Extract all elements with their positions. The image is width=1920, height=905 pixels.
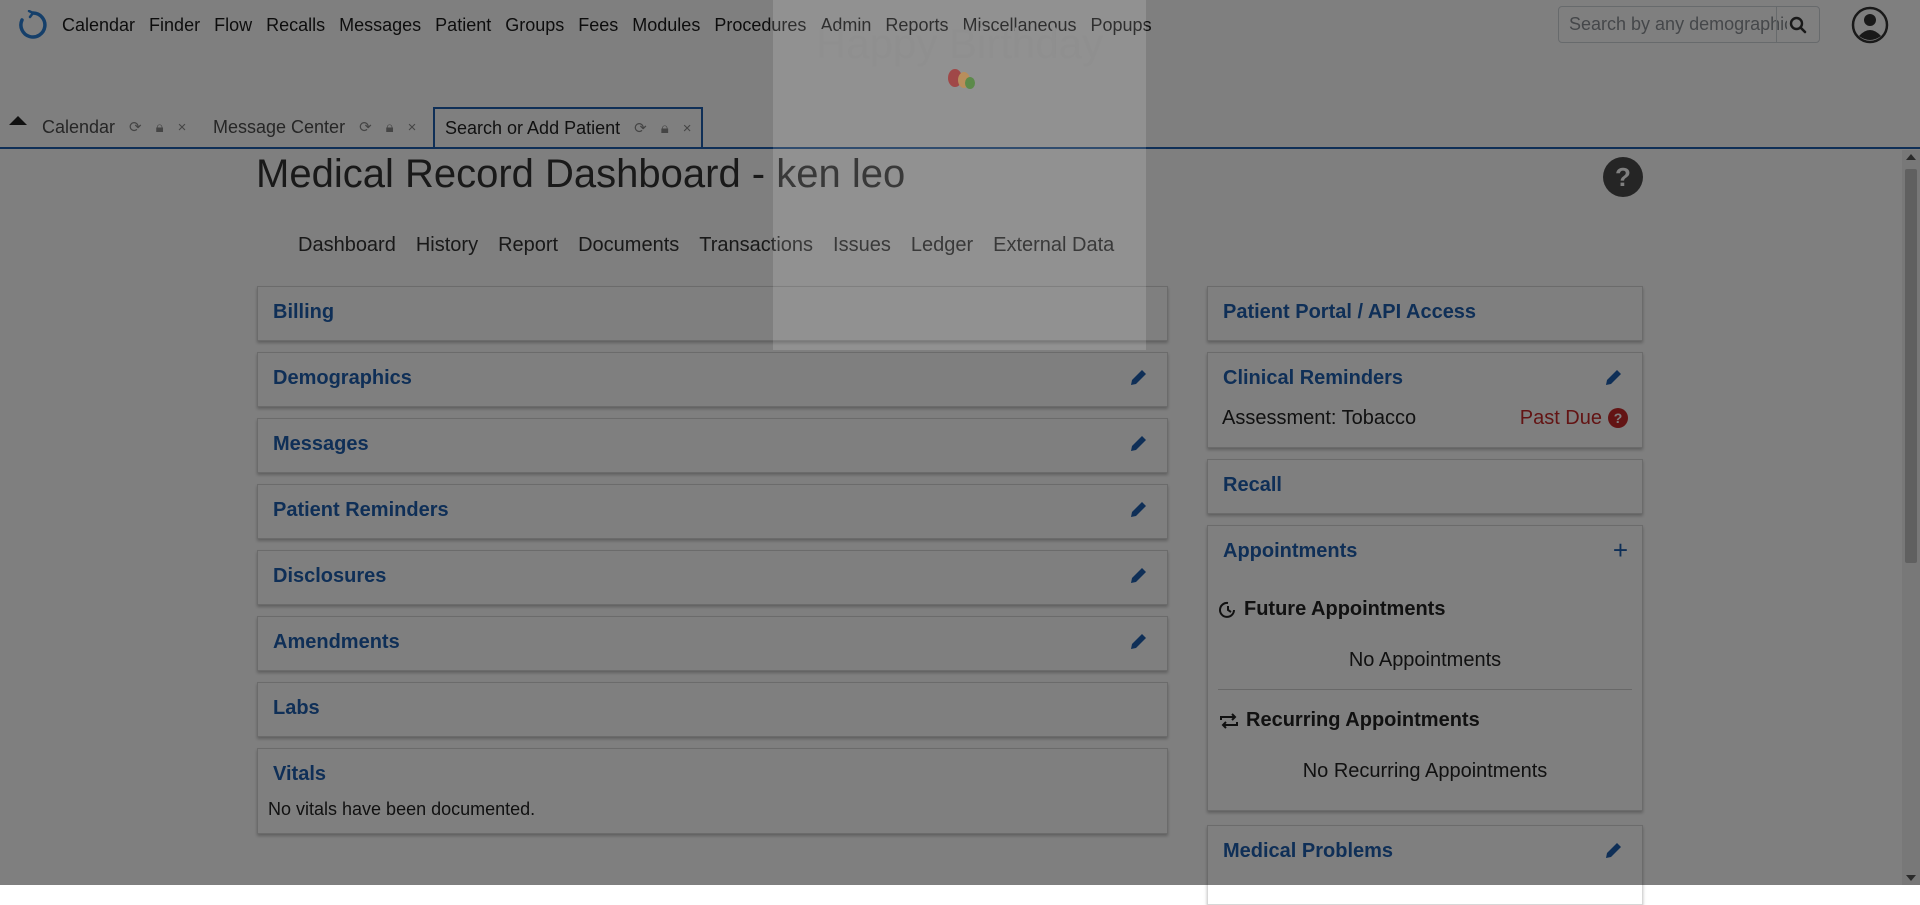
disclosures-title[interactable]: Disclosures <box>273 565 386 588</box>
help-button[interactable]: ? <box>1603 157 1643 197</box>
medical-problems-card: Medical Problems <box>1207 825 1643 905</box>
birthday-popup: Happy Birthday <box>773 0 1146 350</box>
menu-patient[interactable]: Patient <box>435 15 491 36</box>
tab-search-add-patient[interactable]: Search or Add Patient ⟳ 🔒︎ × <box>433 107 704 147</box>
menu-messages[interactable]: Messages <box>339 15 421 36</box>
clinical-reminders-title[interactable]: Clinical Reminders <box>1223 367 1403 390</box>
edit-pencil-icon[interactable] <box>1604 367 1624 387</box>
scroll-down-arrow-icon[interactable] <box>1906 875 1916 881</box>
add-appointment-icon[interactable]: + <box>1613 537 1628 563</box>
vitals-card: Vitals No vitals have been documented. <box>257 748 1168 834</box>
repeat-icon <box>1220 712 1238 729</box>
vitals-title[interactable]: Vitals <box>273 763 326 786</box>
reminder-status[interactable]: Past Due <box>1520 407 1602 430</box>
refresh-icon[interactable]: ⟳ <box>359 118 372 136</box>
edit-pencil-icon[interactable] <box>1129 433 1149 453</box>
patient-reminders-card: Patient Reminders <box>257 484 1168 539</box>
tab-label: Search or Add Patient <box>445 117 621 138</box>
edit-pencil-icon[interactable] <box>1604 840 1624 860</box>
messages-card: Messages <box>257 418 1168 473</box>
recurring-appointments-heading: Recurring Appointments <box>1218 709 1480 732</box>
page-scrollbar[interactable] <box>1902 150 1920 885</box>
messages-title[interactable]: Messages <box>273 433 369 456</box>
menu-finder[interactable]: Finder <box>149 15 200 36</box>
appointments-card: Appointments + Future Appointments No Ap… <box>1207 525 1643 811</box>
lock-icon[interactable]: 🔒︎ <box>661 120 669 137</box>
tab-label: Calendar <box>42 116 116 137</box>
refresh-icon[interactable]: ⟳ <box>129 118 142 136</box>
vitals-empty-text: No vitals have been documented. <box>268 799 536 819</box>
appointments-title[interactable]: Appointments <box>1223 540 1357 563</box>
billing-title[interactable]: Billing <box>273 301 334 324</box>
recall-card: Recall <box>1207 459 1643 514</box>
future-appointments-label: Future Appointments <box>1244 598 1446 620</box>
patient-portal-card: Patient Portal / API Access <box>1207 286 1643 341</box>
scroll-thumb[interactable] <box>1905 169 1917 563</box>
search-button[interactable] <box>1776 7 1819 42</box>
no-appointments-text: No Appointments <box>1348 649 1502 671</box>
close-icon[interactable]: × <box>408 119 417 136</box>
menu-fees[interactable]: Fees <box>578 15 618 36</box>
edit-pencil-icon[interactable] <box>1129 631 1149 651</box>
demographics-card: Demographics <box>257 352 1168 407</box>
tab-message-center[interactable]: Message Center ⟳ 🔒︎ × <box>203 108 426 146</box>
reminder-item: Assessment: Tobacco <box>1222 407 1417 429</box>
disclosures-card: Disclosures <box>257 550 1168 605</box>
lock-icon[interactable]: 🔒︎ <box>156 119 164 136</box>
edit-pencil-icon[interactable] <box>1129 367 1149 387</box>
labs-card: Labs <box>257 682 1168 737</box>
menu-recalls[interactable]: Recalls <box>266 15 325 36</box>
no-recurring-appointments-text: No Recurring Appointments <box>1302 760 1548 782</box>
menu-flow[interactable]: Flow <box>214 15 252 36</box>
subnav-documents[interactable]: Documents <box>578 234 679 257</box>
refresh-icon[interactable]: ⟳ <box>634 119 647 137</box>
patient-portal-title[interactable]: Patient Portal / API Access <box>1223 301 1476 324</box>
tab-label: Message Center <box>213 116 346 137</box>
labs-title[interactable]: Labs <box>273 697 320 720</box>
balloons-icon <box>948 69 975 89</box>
amendments-card: Amendments <box>257 616 1168 671</box>
edit-pencil-icon[interactable] <box>1129 565 1149 585</box>
recurring-appointments-label: Recurring Appointments <box>1246 709 1480 731</box>
divider <box>1218 689 1632 690</box>
recall-title[interactable]: Recall <box>1223 474 1282 497</box>
close-icon[interactable]: × <box>683 120 692 137</box>
menu-calendar[interactable]: Calendar <box>62 15 135 36</box>
collapse-nav-icon[interactable] <box>8 113 28 129</box>
patient-reminders-title[interactable]: Patient Reminders <box>273 499 449 522</box>
openemr-logo-icon[interactable] <box>18 10 48 40</box>
history-clock-icon <box>1219 601 1235 618</box>
edit-pencil-icon[interactable] <box>1129 499 1149 519</box>
tab-calendar[interactable]: Calendar ⟳ 🔒︎ × <box>32 108 196 146</box>
scroll-up-arrow-icon[interactable] <box>1906 154 1916 160</box>
medical-problems-title[interactable]: Medical Problems <box>1223 840 1393 863</box>
search-icon <box>1789 16 1807 33</box>
menu-groups[interactable]: Groups <box>505 15 564 36</box>
amendments-title[interactable]: Amendments <box>273 631 400 654</box>
demographics-title[interactable]: Demographics <box>273 367 412 390</box>
menu-modules[interactable]: Modules <box>632 15 700 36</box>
user-avatar-icon[interactable] <box>1851 6 1889 44</box>
patient-search <box>1558 6 1820 43</box>
future-appointments-heading: Future Appointments <box>1218 598 1445 621</box>
clinical-reminders-card: Clinical Reminders Assessment: Tobacco P… <box>1207 352 1643 448</box>
subnav-history[interactable]: History <box>416 234 478 257</box>
svg-text:?: ? <box>1614 410 1623 426</box>
close-icon[interactable]: × <box>178 119 187 136</box>
search-input[interactable] <box>1559 7 1797 42</box>
popup-title: Happy Birthday <box>815 20 1104 67</box>
lock-icon[interactable]: 🔒︎ <box>386 119 394 136</box>
subnav-report[interactable]: Report <box>498 234 558 257</box>
help-circle-icon[interactable]: ? <box>1608 408 1628 428</box>
subnav-dashboard[interactable]: Dashboard <box>298 234 396 257</box>
